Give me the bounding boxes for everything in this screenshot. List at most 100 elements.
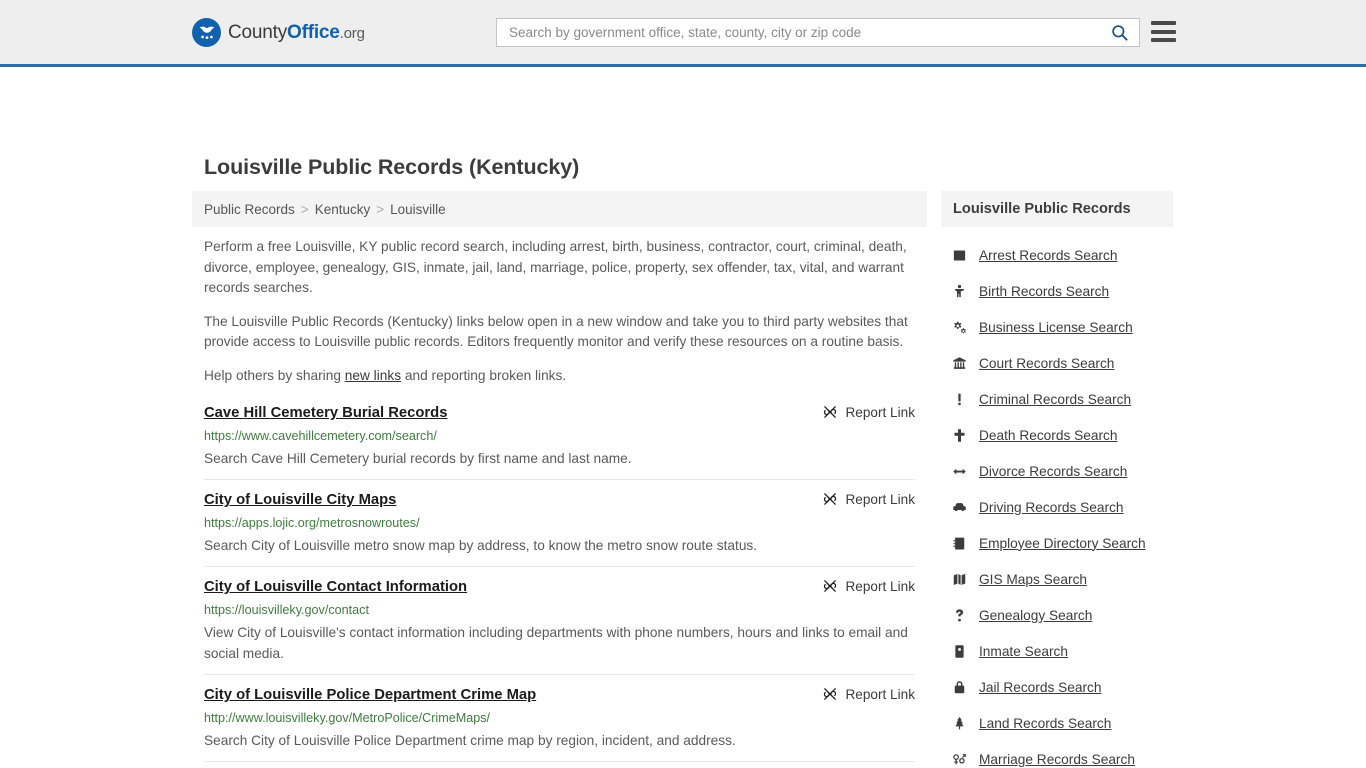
search-button[interactable] [1108, 23, 1131, 42]
result-description: Search Cave Hill Cemetery burial records… [204, 451, 632, 466]
report-link-label: Report Link [845, 491, 915, 507]
gears-icon [951, 320, 968, 335]
sidebar-item-birth-records-search[interactable]: Birth Records Search [941, 273, 1173, 309]
sidebar-item-label: Marriage Records Search [979, 751, 1135, 767]
report-link-label: Report Link [845, 578, 915, 594]
main-column: Public Records > Kentucky > Louisville P… [192, 191, 927, 768]
car-icon [951, 500, 968, 515]
search-input[interactable] [507, 19, 1108, 46]
site-logo[interactable]: CountyOffice.org [192, 17, 365, 47]
baby-icon [951, 284, 968, 299]
sidebar-item-label: Land Records Search [979, 715, 1112, 731]
intro-section: Perform a free Louisville, KY public rec… [192, 227, 927, 386]
sidebar-item-court-records-search[interactable]: Court Records Search [941, 345, 1173, 381]
sidebar-item-divorce-records-search[interactable]: Divorce Records Search [941, 453, 1173, 489]
report-link-button[interactable]: Report Link [822, 404, 915, 420]
sidebar-item-label: Criminal Records Search [979, 391, 1132, 407]
report-link-button[interactable]: Report Link [822, 686, 915, 702]
sidebar-item-marriage-records-search[interactable]: Marriage Records Search [941, 741, 1173, 768]
result-item: City of Louisville City Maps Report Link h… [204, 479, 915, 566]
square-icon [951, 248, 968, 263]
search-icon [1112, 25, 1128, 41]
sidebar-item-land-records-search[interactable]: Land Records Search [941, 705, 1173, 741]
id-badge-icon [951, 644, 968, 659]
site-header: CountyOffice.org [0, 0, 1366, 67]
report-link-button[interactable]: Report Link [822, 491, 915, 507]
intro-p3-after: and reporting broken links. [401, 367, 567, 383]
sidebar-item-business-license-search[interactable]: Business License Search [941, 309, 1173, 345]
result-header: City of Louisville Contact Information Re… [204, 577, 915, 597]
report-link-button[interactable]: Report Link [822, 578, 915, 594]
result-header: Cave Hill Cemetery Burial Records Report … [204, 403, 915, 423]
courthouse-icon [951, 356, 968, 371]
sidebar-item-arrest-records-search[interactable]: Arrest Records Search [941, 237, 1173, 273]
breadcrumb-item-kentucky[interactable]: Kentucky [315, 202, 371, 217]
sidebar-item-inmate-search[interactable]: Inmate Search [941, 633, 1173, 669]
result-title-link[interactable]: City of Louisville Contact Information [204, 577, 467, 597]
result-url[interactable]: https://apps.lojic.org/metrosnowroutes/ [204, 515, 915, 531]
intro-paragraph-3: Help others by sharing new links and rep… [204, 366, 915, 387]
result-header: City of Louisville City Maps Report Link [204, 490, 915, 510]
sidebar-item-label: Birth Records Search [979, 283, 1110, 299]
sidebar-item-label: Employee Directory Search [979, 535, 1146, 551]
address-book-icon [951, 536, 968, 551]
sidebar-item-criminal-records-search[interactable]: Criminal Records Search [941, 381, 1173, 417]
sidebar-item-label: Driving Records Search [979, 499, 1124, 515]
report-link-label: Report Link [845, 404, 915, 420]
logo-text-org: .org [339, 24, 365, 42]
broken-link-icon [824, 580, 837, 592]
sidebar-item-label: Arrest Records Search [979, 247, 1118, 263]
broken-link-icon [824, 688, 837, 700]
sidebar-item-label: Death Records Search [979, 427, 1118, 443]
exclamation-icon [951, 392, 968, 407]
broken-link-icon [824, 406, 837, 418]
eagle-shield-icon [192, 17, 221, 47]
sidebar-item-employee-directory-search[interactable]: Employee Directory Search [941, 525, 1173, 561]
logo-text-office: Office [287, 21, 340, 43]
breadcrumb: Public Records > Kentucky > Louisville [192, 191, 927, 227]
sidebar-item-label: GIS Maps Search [979, 571, 1088, 587]
result-url[interactable]: https://www.cavehillcemetery.com/search/ [204, 428, 915, 444]
result-url[interactable]: http://www.louisvilleky.gov/MetroPolice/… [204, 710, 915, 726]
sidebar-item-gis-maps-search[interactable]: GIS Maps Search [941, 561, 1173, 597]
result-item: Cave Hill Cemetery Burial Records Report … [204, 399, 915, 479]
report-link-label: Report Link [845, 686, 915, 702]
map-icon [951, 572, 968, 587]
sidebar-list: Arrest Records Search Birth Records Searc… [941, 227, 1173, 768]
sidebar-item-death-records-search[interactable]: Death Records Search [941, 417, 1173, 453]
sidebar-item-label: Business License Search [979, 319, 1133, 335]
lock-icon [951, 680, 968, 695]
sidebar-item-driving-records-search[interactable]: Driving Records Search [941, 489, 1173, 525]
sidebar-item-genealogy-search[interactable]: Genealogy Search [941, 597, 1173, 633]
content-layout: Public Records > Kentucky > Louisville P… [192, 191, 1182, 768]
sidebar-item-label: Jail Records Search [979, 679, 1102, 695]
result-description: Search City of Louisville metro snow map… [204, 538, 758, 553]
result-item: City of Louisville Police Department Cri… [204, 674, 915, 761]
sidebar-item-label: Inmate Search [979, 643, 1069, 659]
result-header: City of Louisville Police Department Cri… [204, 685, 915, 705]
result-url[interactable]: https://louisvilleky.gov/contact [204, 602, 915, 618]
sidebar-item-jail-records-search[interactable]: Jail Records Search [941, 669, 1173, 705]
intro-p3-before: Help others by sharing [204, 367, 345, 383]
breadcrumb-separator: > [300, 201, 309, 217]
logo-wordmark: CountyOffice.org [228, 23, 365, 42]
sidebar-item-label: Genealogy Search [979, 607, 1093, 623]
result-description: Search City of Louisville Police Departm… [204, 733, 736, 748]
result-title-link[interactable]: City of Louisville Police Department Cri… [204, 685, 536, 705]
result-description: View City of Louisville's contact inform… [204, 625, 908, 661]
question-mark-icon [951, 608, 968, 623]
hamburger-menu-icon[interactable] [1151, 21, 1176, 42]
sidebar-item-label: Divorce Records Search [979, 463, 1128, 479]
intro-paragraph-1: Perform a free Louisville, KY public rec… [204, 239, 907, 295]
result-title-link[interactable]: Cave Hill Cemetery Burial Records [204, 403, 447, 423]
tree-icon [951, 716, 968, 731]
search-box[interactable] [496, 18, 1140, 47]
result-item: Louisville County Attorney Delinquent Ch… [204, 761, 915, 768]
new-links-link[interactable]: new links [345, 368, 401, 383]
result-title-link[interactable]: City of Louisville City Maps [204, 490, 396, 510]
logo-text-county: County [228, 21, 288, 43]
breadcrumb-item-public-records[interactable]: Public Records [204, 202, 295, 217]
broken-link-icon [824, 493, 837, 505]
venus-mars-icon [951, 752, 968, 767]
sidebar-title: Louisville Public Records [941, 191, 1173, 227]
